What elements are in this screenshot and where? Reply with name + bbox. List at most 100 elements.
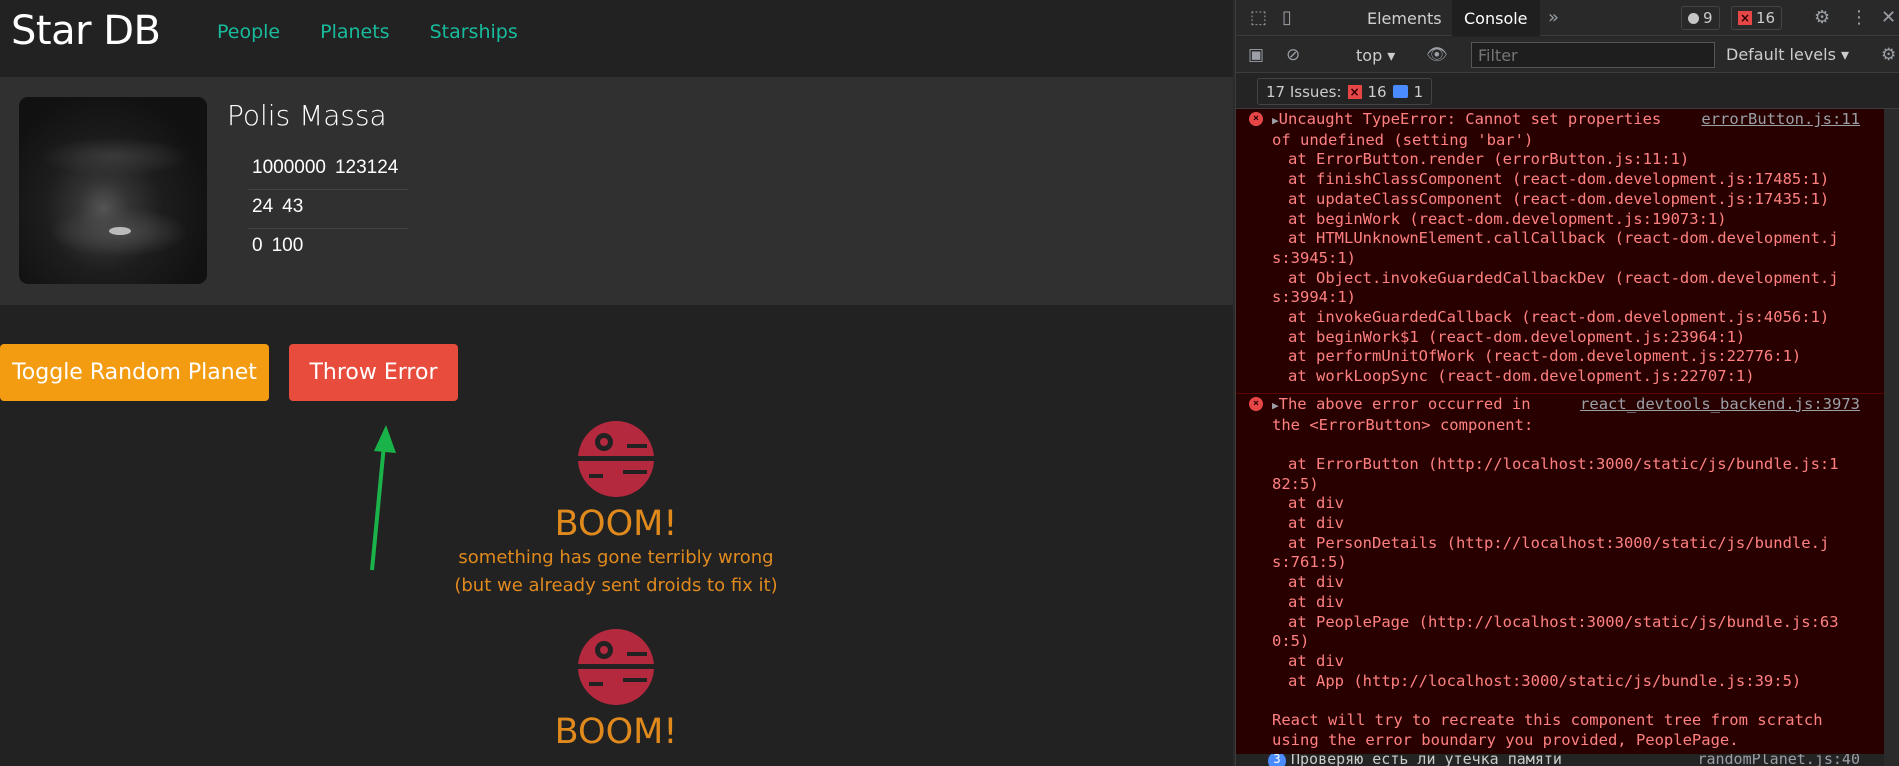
errors-count[interactable]: × 16 — [1731, 6, 1783, 30]
context-label: top — [1356, 46, 1383, 65]
error-circle-icon: × — [1249, 112, 1263, 126]
tab-elements[interactable]: Elements — [1355, 0, 1454, 36]
console-log: × errorButton.js:11 ▶Uncaught TypeError:… — [1236, 109, 1899, 766]
close-icon[interactable]: ✕ — [1881, 7, 1896, 28]
stat-label: 1000000 — [252, 157, 326, 178]
stack-line[interactable]: at App (http://localhost:3000/static/js/… — [1236, 672, 1860, 692]
stack-line[interactable]: at updateClassComponent (react-dom.devel… — [1236, 190, 1860, 210]
main-nav: People Planets Starships — [217, 21, 518, 43]
stack-line[interactable]: s:3994:1) — [1236, 288, 1860, 308]
stack-line[interactable]: at invokeGuardedCallback (react-dom.deve… — [1236, 308, 1860, 328]
stack-line[interactable]: at beginWork$1 (react-dom.development.js… — [1236, 328, 1860, 348]
console-filter-input[interactable] — [1471, 42, 1715, 68]
errors-count-value: 16 — [1756, 9, 1776, 27]
devtools-tab-bar: ⬚ ▯ Elements Console » 9 × 16 ⚙ ⋮ ✕ — [1236, 0, 1899, 36]
stat-row: 0 100 — [248, 229, 408, 268]
stack-line[interactable]: at PersonDetails (http://localhost:3000/… — [1236, 534, 1860, 554]
console-log-message[interactable]: 3 Проверяю есть ли утечка памяти randomP… — [1236, 754, 1899, 766]
log-line: Uncaught TypeError: Cannot set propertie… — [1278, 110, 1662, 128]
console-settings-gear-icon[interactable]: ⚙ — [1881, 45, 1896, 65]
stat-label: 24 — [252, 196, 274, 217]
more-options-icon[interactable]: ⋮ — [1850, 7, 1868, 28]
error-title: BOOM! — [554, 712, 678, 752]
stack-line[interactable]: 82:5) — [1236, 475, 1860, 495]
log-line: The above error occurred in — [1278, 394, 1531, 413]
stat-value: 43 — [282, 196, 304, 217]
message-source-link[interactable]: randomPlanet.js:40 — [1697, 754, 1860, 766]
nav-starships[interactable]: Starships — [430, 21, 518, 43]
device-toolbar-icon[interactable]: ▯ — [1282, 7, 1292, 28]
message-source-link[interactable]: react_devtools_backend.js:3973 — [1570, 394, 1860, 413]
stack-line[interactable]: at HTMLUnknownElement.callCallback (reac… — [1236, 229, 1860, 249]
nav-planets[interactable]: Planets — [320, 21, 389, 43]
stack-line[interactable]: 0:5) — [1236, 632, 1860, 652]
error-icon: × — [1738, 11, 1752, 25]
death-star-icon — [577, 629, 655, 705]
planet-name: Polis Massa — [227, 99, 387, 132]
log-line: using the error boundary you provided, P… — [1272, 730, 1739, 749]
error-circle-icon: × — [1249, 396, 1263, 411]
stack-line[interactable]: at performUnitOfWork (react-dom.developm… — [1236, 347, 1860, 367]
stack-line[interactable]: at finishClassComponent (react-dom.devel… — [1236, 170, 1860, 190]
issues-button[interactable]: 17 Issues: × 16 1 — [1257, 78, 1433, 105]
inspect-element-icon[interactable]: ⬚ — [1250, 7, 1267, 28]
stack-line[interactable]: at div — [1236, 494, 1860, 514]
stack-line[interactable]: at ErrorButton.render (errorButton.js:11… — [1236, 150, 1860, 170]
stack-line[interactable]: s:761:5) — [1236, 553, 1860, 573]
devtools-panel: ⬚ ▯ Elements Console » 9 × 16 ⚙ ⋮ ✕ ▣ ⊘ … — [1235, 0, 1899, 766]
stat-label: 0 — [252, 235, 263, 256]
warning-dot-icon — [1688, 12, 1699, 24]
warnings-count-value: 9 — [1703, 9, 1713, 27]
throw-error-button[interactable]: Throw Error — [289, 344, 458, 401]
stack-line[interactable]: at workLoopSync (react-dom.development.j… — [1236, 367, 1860, 387]
message-source-link[interactable]: errorButton.js:11 — [1691, 110, 1860, 128]
stack-line[interactable]: at div — [1236, 593, 1860, 613]
issues-error-count: 16 — [1367, 82, 1387, 101]
expand-triangle-icon[interactable]: ▶ — [1272, 399, 1279, 412]
log-line: the <ErrorButton> component: — [1272, 415, 1534, 434]
info-message-icon — [1392, 85, 1408, 98]
more-tabs-icon[interactable]: » — [1548, 7, 1559, 28]
issues-label: 17 Issues: — [1266, 82, 1342, 101]
stack-line[interactable]: s:3945:1) — [1236, 249, 1860, 269]
live-expression-eye-icon[interactable]: 👁 — [1426, 45, 1448, 65]
tab-console[interactable]: Console — [1452, 0, 1540, 36]
brand-title[interactable]: Star DB — [11, 8, 161, 54]
error-message-sub: (but we already sent droids to fix it) — [454, 575, 778, 596]
expand-triangle-icon[interactable]: ▶ — [1272, 114, 1279, 127]
stack-line[interactable]: at div — [1236, 514, 1860, 534]
log-levels-select[interactable]: Default levels ▾ — [1726, 45, 1849, 64]
random-planet-card: Polis Massa 1000000 123124 24 43 0 100 — [0, 77, 1233, 305]
toggle-random-planet-button[interactable]: Toggle Random Planet — [0, 344, 269, 401]
log-line: React will try to recreate this componen… — [1272, 711, 1823, 730]
context-select[interactable]: top ▾ — [1356, 46, 1395, 65]
stat-row: 1000000 123124 — [248, 151, 408, 190]
repeat-count-badge: 3 — [1268, 754, 1286, 766]
clear-console-icon[interactable]: ⊘ — [1286, 45, 1300, 65]
console-error-message[interactable]: × react_devtools_backend.js:3973 ▶The ab… — [1236, 394, 1899, 758]
stat-value: 123124 — [334, 157, 399, 178]
error-title: BOOM! — [554, 504, 678, 544]
stack-line[interactable]: at div — [1236, 652, 1860, 672]
console-error-message[interactable]: × errorButton.js:11 ▶Uncaught TypeError:… — [1236, 109, 1899, 394]
stat-value: 100 — [271, 235, 304, 256]
death-star-icon — [577, 421, 655, 497]
warnings-count[interactable]: 9 — [1681, 6, 1720, 30]
sidebar-toggle-icon[interactable]: ▣ — [1248, 45, 1264, 65]
console-scrollbar[interactable] — [1884, 109, 1899, 766]
stack-line[interactable]: at Object.invokeGuardedCallbackDev (reac… — [1236, 269, 1860, 289]
nav-people[interactable]: People — [217, 21, 280, 43]
settings-gear-icon[interactable]: ⚙ — [1814, 7, 1830, 28]
error-message: something has gone terribly wrong — [458, 547, 774, 568]
stack-line[interactable]: at ErrorButton (http://localhost:3000/st… — [1236, 455, 1860, 475]
star-db-app: Star DB People Planets Starships Polis M… — [0, 0, 1233, 766]
error-icon: × — [1347, 84, 1362, 99]
stack-line[interactable]: at beginWork (react-dom.development.js:1… — [1236, 210, 1860, 230]
error-indicator: BOOM! something has gone terribly wrong … — [420, 420, 812, 600]
planet-stats: 1000000 123124 24 43 0 100 — [248, 151, 408, 268]
error-indicator: BOOM! — [420, 628, 812, 752]
stack-line[interactable]: at PeoplePage (http://localhost:3000/sta… — [1236, 613, 1860, 633]
stack-line[interactable]: at div — [1236, 573, 1860, 593]
